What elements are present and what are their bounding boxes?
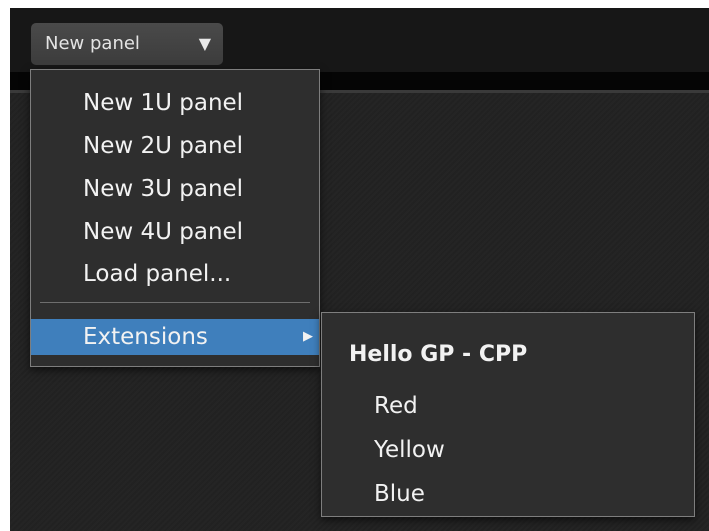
menu-item-label: Extensions xyxy=(83,324,208,350)
menu-item-label: New 3U panel xyxy=(83,176,244,202)
menu-item-new-3u-panel[interactable]: New 3U panel xyxy=(31,171,319,207)
submenu-arrow-icon: ▶ xyxy=(303,329,313,344)
menu-separator xyxy=(40,302,310,303)
menu-item-extensions[interactable]: Extensions ▶ xyxy=(31,319,319,355)
new-panel-dropdown-label: New panel xyxy=(45,33,140,54)
new-panel-menu: New 1U panel New 2U panel New 3U panel N… xyxy=(30,69,320,367)
caret-down-icon: ▼ xyxy=(198,34,211,53)
submenu-item-red[interactable]: Red xyxy=(322,386,694,426)
menu-item-label: New 2U panel xyxy=(83,133,244,159)
menu-item-label: Load panel... xyxy=(83,261,232,287)
app-window: New panel ▼ New 1U panel New 2U panel Ne… xyxy=(10,8,709,531)
new-panel-dropdown-button[interactable]: New panel ▼ xyxy=(31,23,223,65)
extensions-submenu: Hello GP - CPP Red Yellow Blue xyxy=(321,312,695,517)
submenu-item-label: Red xyxy=(374,393,418,419)
menu-item-label: New 4U panel xyxy=(83,219,244,245)
menu-item-new-2u-panel[interactable]: New 2U panel xyxy=(31,128,319,164)
menu-item-load-panel[interactable]: Load panel... xyxy=(31,256,319,292)
menu-item-label: New 1U panel xyxy=(83,90,244,116)
submenu-item-blue[interactable]: Blue xyxy=(322,474,694,514)
submenu-item-label: Yellow xyxy=(374,437,445,463)
submenu-item-label: Blue xyxy=(374,481,425,507)
submenu-header: Hello GP - CPP xyxy=(349,342,528,367)
submenu-item-yellow[interactable]: Yellow xyxy=(322,430,694,470)
menu-item-new-1u-panel[interactable]: New 1U panel xyxy=(31,85,319,121)
menu-item-new-4u-panel[interactable]: New 4U panel xyxy=(31,214,319,250)
